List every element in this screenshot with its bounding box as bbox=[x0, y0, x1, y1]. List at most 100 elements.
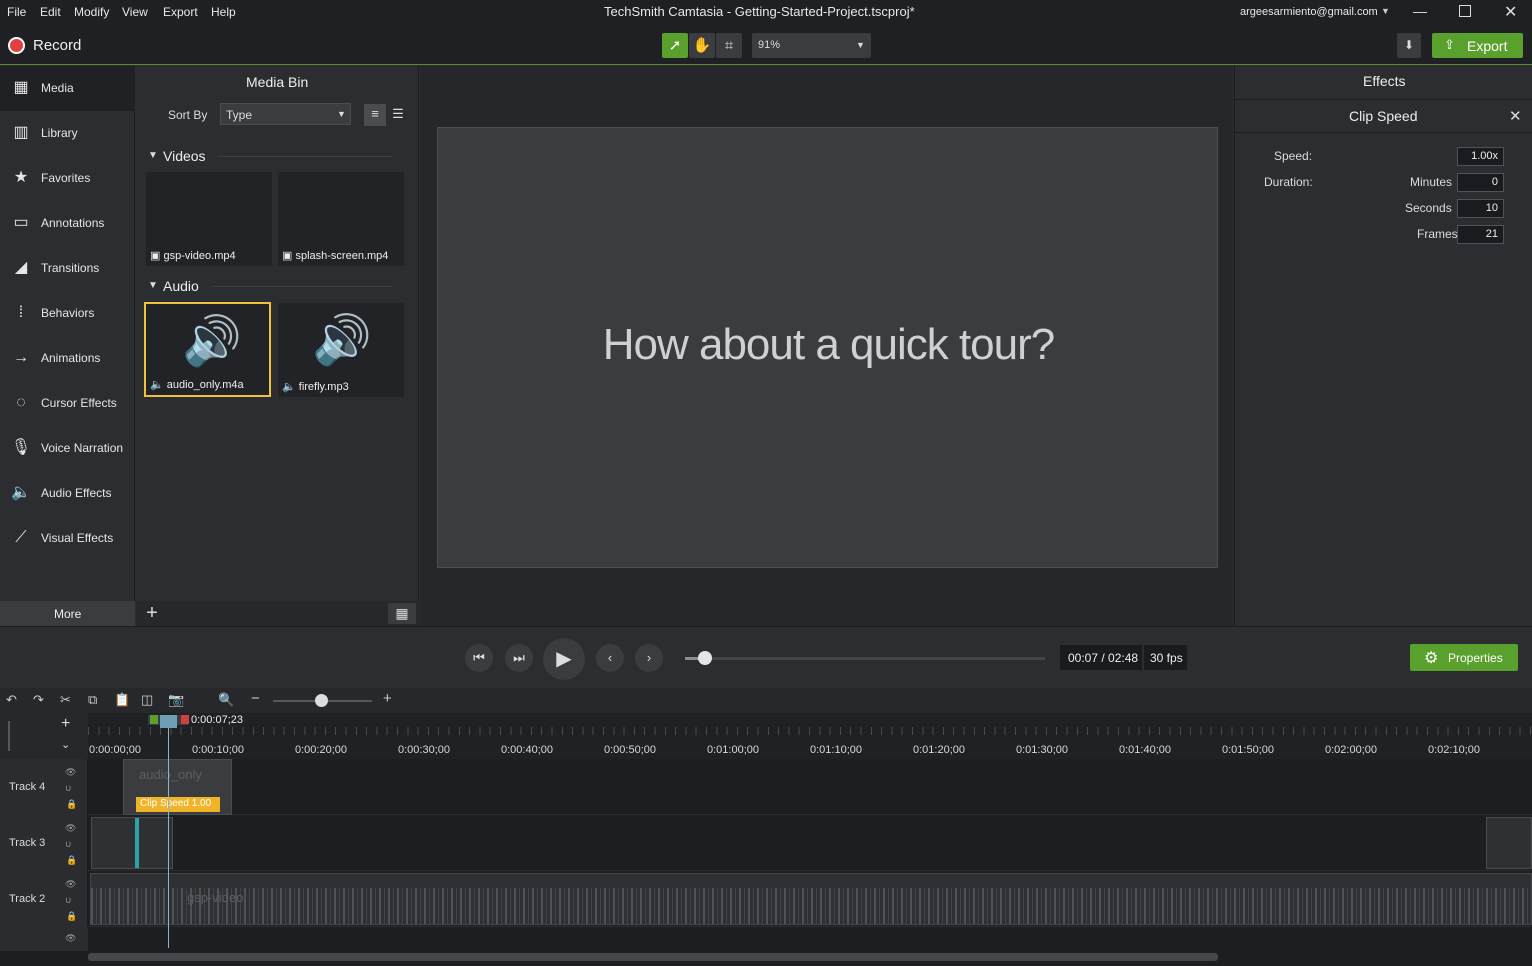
previous-clip-icon[interactable]: ‹ bbox=[596, 644, 624, 672]
zoom-select[interactable]: 91% ▼ bbox=[752, 33, 871, 58]
clip-end[interactable] bbox=[1486, 817, 1532, 869]
add-track-icon[interactable]: + bbox=[61, 715, 70, 733]
media-thumb-splash-screen[interactable]: ▣ splash-screen.mp4 bbox=[278, 172, 404, 266]
seconds-field[interactable]: 10 bbox=[1457, 199, 1504, 218]
close-icon[interactable]: ✕ bbox=[1504, 2, 1517, 22]
sidebar-item-behaviors[interactable]: ⁞ Behaviors bbox=[0, 291, 135, 336]
track-4: Track 4 👁 ∪ 🔒 audio_only Clip Speed 1.00 bbox=[0, 759, 1532, 815]
chevron-down-icon[interactable]: ▼ bbox=[1381, 6, 1390, 16]
magnet-icon[interactable]: ∪ bbox=[65, 895, 72, 906]
sort-select[interactable]: Type ▼ bbox=[220, 103, 351, 125]
track-name: Track 3 bbox=[9, 837, 46, 849]
magnet-icon[interactable]: ∪ bbox=[65, 783, 72, 794]
step-back-icon[interactable]: ⏮ bbox=[465, 644, 493, 672]
eye-icon[interactable]: 👁 bbox=[65, 879, 76, 890]
menu-help[interactable]: Help bbox=[211, 5, 236, 19]
grid-view-icon[interactable]: ▦ bbox=[388, 603, 416, 624]
close-effect-icon[interactable]: ✕ bbox=[1509, 107, 1522, 125]
preview-canvas[interactable]: How about a quick tour? bbox=[437, 127, 1218, 568]
sidebar-item-annotations[interactable]: ▭ Annotations bbox=[0, 201, 135, 246]
track-3: Track 3 👁 ∪ 🔒 bbox=[0, 815, 1532, 871]
menu-view[interactable]: View bbox=[122, 5, 148, 19]
undo-icon[interactable]: ↶ bbox=[6, 692, 17, 708]
play-icon[interactable]: ▶ bbox=[543, 638, 585, 680]
details-view-icon[interactable]: ≡ bbox=[364, 104, 386, 126]
media-thumb-firefly[interactable]: 🔊 🔈 firefly.mp3 bbox=[278, 303, 404, 397]
zoom-in-icon[interactable]: + bbox=[383, 690, 392, 707]
step-forward-icon[interactable]: ⏭ bbox=[505, 644, 533, 672]
zoom-slider-handle[interactable] bbox=[315, 694, 328, 707]
speed-field[interactable]: 1.00x bbox=[1457, 147, 1504, 166]
zoom-search-icon[interactable]: 🔍 bbox=[218, 692, 234, 708]
lock-icon[interactable]: 🔒 bbox=[66, 855, 77, 866]
lock-icon[interactable]: 🔒 bbox=[66, 799, 77, 810]
properties-button[interactable]: ⚙ Properties bbox=[1410, 644, 1518, 671]
playhead-line[interactable] bbox=[168, 715, 169, 948]
playhead-handle[interactable] bbox=[160, 715, 177, 728]
horizontal-scrollbar[interactable] bbox=[88, 953, 1218, 961]
select-tool-icon[interactable]: ➚ bbox=[662, 33, 688, 58]
menu-file[interactable]: File bbox=[7, 5, 26, 19]
cut-icon[interactable]: ✂ bbox=[60, 692, 71, 708]
sidebar-item-transitions[interactable]: ◢ Transitions bbox=[0, 246, 135, 291]
more-button[interactable]: More bbox=[0, 601, 135, 626]
chevron-down-icon[interactable]: ⌄ bbox=[61, 738, 70, 751]
eye-icon[interactable]: 👁 bbox=[65, 933, 76, 944]
next-clip-icon[interactable]: › bbox=[635, 644, 663, 672]
maximize-icon[interactable] bbox=[1459, 5, 1471, 17]
eye-icon[interactable]: 👁 bbox=[65, 823, 76, 834]
sidebar-item-voice-narration[interactable]: 🎙 Voice Narration bbox=[0, 426, 135, 471]
collapse-arrow-icon[interactable]: ▼ bbox=[148, 280, 158, 291]
wand-icon: ⟋ bbox=[15, 529, 27, 546]
lock-icon[interactable]: 🔒 bbox=[66, 911, 77, 922]
magnet-icon[interactable]: ∪ bbox=[65, 839, 72, 850]
menu-export[interactable]: Export bbox=[163, 5, 198, 19]
clip-splash-screen[interactable] bbox=[91, 817, 173, 869]
export-button[interactable]: ⇪ Export bbox=[1432, 33, 1523, 58]
sidebar-item-label: Library bbox=[41, 126, 78, 140]
crop-tool-icon[interactable]: ⌗ bbox=[716, 33, 742, 58]
frames-field[interactable]: 21 bbox=[1457, 225, 1504, 244]
zoom-slider[interactable] bbox=[273, 694, 372, 707]
scrub-handle[interactable] bbox=[698, 651, 713, 665]
add-media-icon[interactable]: + bbox=[141, 602, 163, 624]
clip-speed-tag[interactable]: Clip Speed 1.00 bbox=[136, 797, 220, 812]
zoom-out-icon[interactable]: − bbox=[251, 690, 260, 707]
menu-edit[interactable]: Edit bbox=[40, 5, 61, 19]
pan-tool-icon[interactable]: ✋ bbox=[689, 33, 715, 58]
sidebar-item-library[interactable]: ▥ Library bbox=[0, 111, 135, 156]
sidebar-item-cursor-effects[interactable]: ◌ Cursor Effects bbox=[0, 381, 135, 426]
out-point-marker[interactable] bbox=[181, 715, 189, 724]
record-button[interactable]: Record bbox=[33, 37, 81, 54]
collapse-arrow-icon[interactable]: ▼ bbox=[148, 150, 158, 161]
chevron-down-icon: ▼ bbox=[856, 40, 865, 50]
minutes-field[interactable]: 0 bbox=[1457, 173, 1504, 192]
sidebar-item-animations[interactable]: → Animations bbox=[0, 336, 135, 381]
menu-modify[interactable]: Modify bbox=[74, 5, 109, 19]
in-point-marker[interactable] bbox=[150, 715, 158, 724]
minimize-icon[interactable]: — bbox=[1413, 3, 1427, 19]
scrub-bar[interactable] bbox=[685, 651, 1045, 665]
snapshot-icon[interactable]: 📷 bbox=[168, 692, 184, 708]
account-menu[interactable]: argeesarmiento@gmail.com bbox=[1240, 6, 1378, 18]
record-icon[interactable] bbox=[8, 37, 25, 54]
redo-icon[interactable]: ↷ bbox=[33, 692, 44, 708]
sidebar-item-favorites[interactable]: ★ Favorites bbox=[0, 156, 135, 201]
ruler-label: 0:01:50;00 bbox=[1222, 744, 1274, 756]
sidebar-item-visual-effects[interactable]: ⟋ Visual Effects bbox=[0, 516, 135, 561]
media-thumb-audio-only[interactable]: 🔊 🔈 audio_only.m4a bbox=[144, 302, 271, 397]
sidebar-item-media[interactable]: ▦ Media bbox=[0, 66, 135, 111]
sidebar-item-label: Transitions bbox=[41, 261, 100, 275]
sidebar-item-audio-effects[interactable]: 🔈 Audio Effects bbox=[0, 471, 135, 516]
download-icon[interactable]: ⬇ bbox=[1397, 33, 1421, 58]
track-height-slider[interactable] bbox=[8, 721, 10, 751]
effects-panel-title: Effects bbox=[1363, 73, 1406, 89]
split-icon[interactable]: ◫ bbox=[141, 692, 153, 708]
clip-audio-only[interactable]: audio_only Clip Speed 1.00 bbox=[123, 759, 232, 815]
paste-icon[interactable]: 📋 bbox=[114, 692, 130, 708]
sort-order-icon[interactable]: ☰ bbox=[387, 104, 409, 126]
clip-gsp-video[interactable]: gsp-video bbox=[90, 873, 1532, 925]
copy-icon[interactable]: ⧉ bbox=[88, 692, 97, 708]
eye-icon[interactable]: 👁 bbox=[65, 767, 76, 778]
media-thumb-gsp-video[interactable]: ▣ gsp-video.mp4 bbox=[146, 172, 272, 266]
